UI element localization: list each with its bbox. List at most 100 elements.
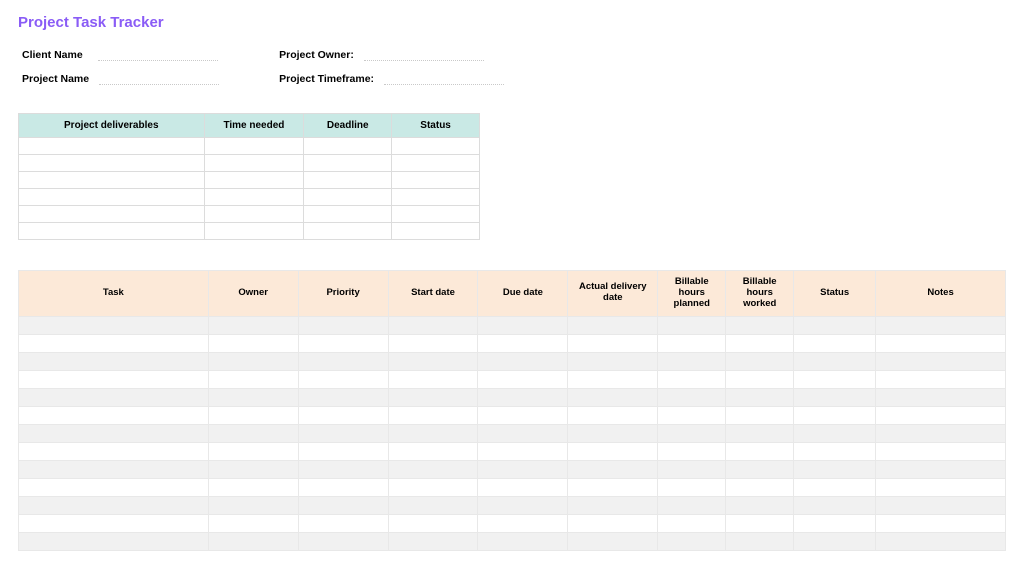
tasks-cell-input[interactable] [299,353,388,370]
project-timeframe-input[interactable] [384,71,504,85]
tasks-cell-input[interactable] [876,389,1005,406]
tasks-cell-input[interactable] [19,335,208,352]
deliverables-cell-input[interactable] [304,172,391,188]
tasks-cell-input[interactable] [299,497,388,514]
tasks-cell-input[interactable] [658,443,725,460]
deliverables-cell-input[interactable] [205,138,304,154]
tasks-cell-input[interactable] [389,389,478,406]
tasks-cell-input[interactable] [658,371,725,388]
tasks-cell-input[interactable] [19,515,208,532]
tasks-cell-input[interactable] [568,317,657,334]
tasks-cell-input[interactable] [299,335,388,352]
tasks-cell-input[interactable] [658,407,725,424]
tasks-cell-input[interactable] [19,353,208,370]
tasks-cell-input[interactable] [19,443,208,460]
tasks-cell-input[interactable] [876,461,1005,478]
tasks-cell-input[interactable] [478,497,567,514]
tasks-cell-input[interactable] [876,425,1005,442]
tasks-cell-input[interactable] [299,425,388,442]
tasks-cell-input[interactable] [209,515,298,532]
tasks-cell-input[interactable] [389,497,478,514]
tasks-cell-input[interactable] [299,407,388,424]
tasks-cell-input[interactable] [478,461,567,478]
tasks-cell-input[interactable] [209,497,298,514]
tasks-cell-input[interactable] [209,371,298,388]
tasks-cell-input[interactable] [794,317,875,334]
deliverables-cell-input[interactable] [392,138,479,154]
tasks-cell-input[interactable] [876,335,1005,352]
tasks-cell-input[interactable] [794,443,875,460]
tasks-cell-input[interactable] [726,515,793,532]
tasks-cell-input[interactable] [19,479,208,496]
tasks-cell-input[interactable] [478,335,567,352]
tasks-cell-input[interactable] [876,443,1005,460]
tasks-cell-input[interactable] [658,533,725,550]
tasks-cell-input[interactable] [209,317,298,334]
deliverables-cell-input[interactable] [205,206,304,222]
tasks-cell-input[interactable] [478,317,567,334]
tasks-cell-input[interactable] [726,461,793,478]
tasks-cell-input[interactable] [568,479,657,496]
tasks-cell-input[interactable] [209,425,298,442]
tasks-cell-input[interactable] [389,515,478,532]
tasks-cell-input[interactable] [478,371,567,388]
tasks-cell-input[interactable] [299,515,388,532]
tasks-cell-input[interactable] [794,353,875,370]
deliverables-cell-input[interactable] [392,189,479,205]
deliverables-cell-input[interactable] [304,223,391,239]
tasks-cell-input[interactable] [209,407,298,424]
tasks-cell-input[interactable] [389,425,478,442]
tasks-cell-input[interactable] [794,425,875,442]
tasks-cell-input[interactable] [794,533,875,550]
tasks-cell-input[interactable] [726,443,793,460]
tasks-cell-input[interactable] [568,515,657,532]
tasks-cell-input[interactable] [726,389,793,406]
tasks-cell-input[interactable] [299,317,388,334]
tasks-cell-input[interactable] [794,461,875,478]
tasks-cell-input[interactable] [568,371,657,388]
tasks-cell-input[interactable] [19,407,208,424]
tasks-cell-input[interactable] [299,389,388,406]
tasks-cell-input[interactable] [478,533,567,550]
deliverables-cell-input[interactable] [19,155,204,171]
tasks-cell-input[interactable] [876,371,1005,388]
deliverables-cell-input[interactable] [392,172,479,188]
tasks-cell-input[interactable] [299,371,388,388]
tasks-cell-input[interactable] [299,533,388,550]
tasks-cell-input[interactable] [794,389,875,406]
deliverables-cell-input[interactable] [205,172,304,188]
tasks-cell-input[interactable] [478,353,567,370]
tasks-cell-input[interactable] [389,461,478,478]
deliverables-cell-input[interactable] [304,189,391,205]
tasks-cell-input[interactable] [209,353,298,370]
tasks-cell-input[interactable] [389,353,478,370]
tasks-cell-input[interactable] [478,425,567,442]
tasks-cell-input[interactable] [658,317,725,334]
tasks-cell-input[interactable] [478,407,567,424]
tasks-cell-input[interactable] [568,461,657,478]
tasks-cell-input[interactable] [389,533,478,550]
tasks-cell-input[interactable] [209,389,298,406]
deliverables-cell-input[interactable] [205,189,304,205]
client-name-input[interactable] [98,47,218,61]
deliverables-cell-input[interactable] [19,172,204,188]
tasks-cell-input[interactable] [568,389,657,406]
tasks-cell-input[interactable] [19,389,208,406]
tasks-cell-input[interactable] [794,497,875,514]
tasks-cell-input[interactable] [389,443,478,460]
deliverables-cell-input[interactable] [392,206,479,222]
tasks-cell-input[interactable] [726,317,793,334]
tasks-cell-input[interactable] [726,371,793,388]
tasks-cell-input[interactable] [568,425,657,442]
tasks-cell-input[interactable] [876,533,1005,550]
project-name-input[interactable] [99,71,219,85]
deliverables-cell-input[interactable] [304,155,391,171]
deliverables-cell-input[interactable] [19,206,204,222]
tasks-cell-input[interactable] [726,407,793,424]
tasks-cell-input[interactable] [299,443,388,460]
deliverables-cell-input[interactable] [19,138,204,154]
tasks-cell-input[interactable] [389,407,478,424]
tasks-cell-input[interactable] [794,335,875,352]
deliverables-cell-input[interactable] [205,223,304,239]
tasks-cell-input[interactable] [726,497,793,514]
